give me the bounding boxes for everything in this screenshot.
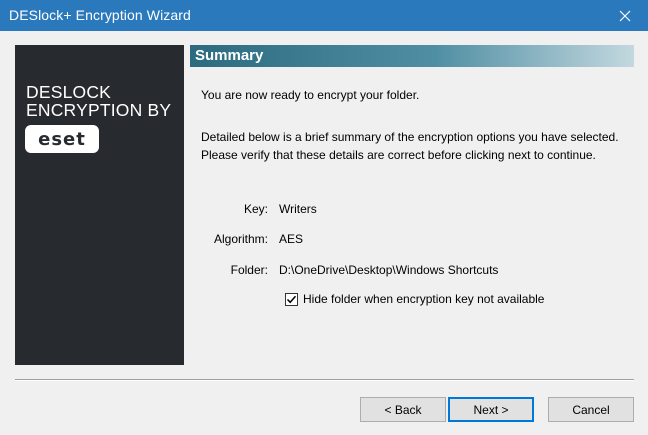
hide-folder-label: Hide folder when encryption key not avai… <box>303 292 545 306</box>
window-title: DESlock+ Encryption Wizard <box>9 7 191 23</box>
cancel-button[interactable]: Cancel <box>548 397 634 422</box>
next-button[interactable]: Next > <box>448 397 534 422</box>
close-button[interactable] <box>602 0 648 31</box>
checkmark-icon <box>286 295 297 303</box>
detail-line-2: Please verify that these details are cor… <box>201 148 596 162</box>
detail-line-1: Detailed below is a brief summary of the… <box>201 130 619 144</box>
folder-value: D:\OneDrive\Desktop\Windows Shortcuts <box>279 263 499 277</box>
algorithm-label: Algorithm: <box>213 232 268 246</box>
key-value: Writers <box>279 202 317 216</box>
brand-panel: DESLOCK ENCRYPTION BY eset <box>15 45 184 365</box>
divider <box>15 379 634 381</box>
section-title: Summary <box>195 47 264 64</box>
ready-message: You are now ready to encrypt your folder… <box>201 88 420 102</box>
section-header: Summary <box>190 45 634 67</box>
brand-line-encryption-by: ENCRYPTION BY <box>26 100 172 120</box>
key-label: Key: <box>243 202 268 216</box>
title-bar: DESlock+ Encryption Wizard <box>0 0 648 31</box>
eset-logo-text: eset <box>38 128 86 150</box>
back-button[interactable]: < Back <box>360 397 446 422</box>
hide-folder-checkbox[interactable] <box>285 292 298 306</box>
folder-label: Folder: <box>230 263 268 277</box>
algorithm-value: AES <box>279 232 304 246</box>
hide-folder-option[interactable]: Hide folder when encryption key not avai… <box>285 291 544 307</box>
eset-logo: eset <box>25 125 99 153</box>
close-icon <box>619 10 631 21</box>
